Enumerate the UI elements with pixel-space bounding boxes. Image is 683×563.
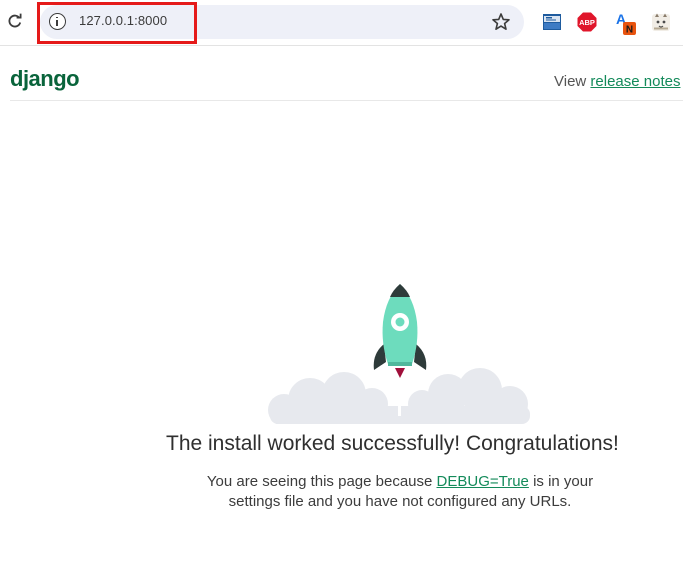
browser-toolbar: 127.0.0.1:8000 ABP A N xyxy=(0,0,683,46)
rocket-flame xyxy=(395,368,405,378)
release-notes: View release notes xyxy=(554,73,680,90)
url-highlight-box xyxy=(37,2,197,44)
page-title: The install worked successfully! Congrat… xyxy=(166,432,619,455)
translate-badge: N xyxy=(626,25,633,36)
rocket-illustration xyxy=(268,284,530,424)
rocket-base xyxy=(388,362,412,366)
translate-extension-icon[interactable]: A N xyxy=(613,10,639,36)
animal-extension-icon[interactable] xyxy=(650,11,672,33)
release-notes-link[interactable]: release notes xyxy=(590,73,680,90)
release-notes-prefix: View xyxy=(554,73,591,90)
subtext-before: You are seeing this page because xyxy=(206,473,437,490)
star-icon[interactable] xyxy=(491,12,511,32)
debug-explanation: You are seeing this page because DEBUG=T… xyxy=(200,472,600,512)
exhaust-trail xyxy=(398,374,401,416)
header-divider xyxy=(10,100,683,101)
adblock-plus-extension-icon[interactable]: ABP xyxy=(576,11,598,33)
abp-label: ABP xyxy=(579,18,595,27)
screen-capture-extension-icon[interactable] xyxy=(541,11,563,33)
debug-link[interactable]: DEBUG=True xyxy=(437,473,529,490)
reload-icon[interactable] xyxy=(6,12,24,30)
django-logo[interactable]: django xyxy=(10,66,80,92)
rocket-nose xyxy=(390,284,410,297)
